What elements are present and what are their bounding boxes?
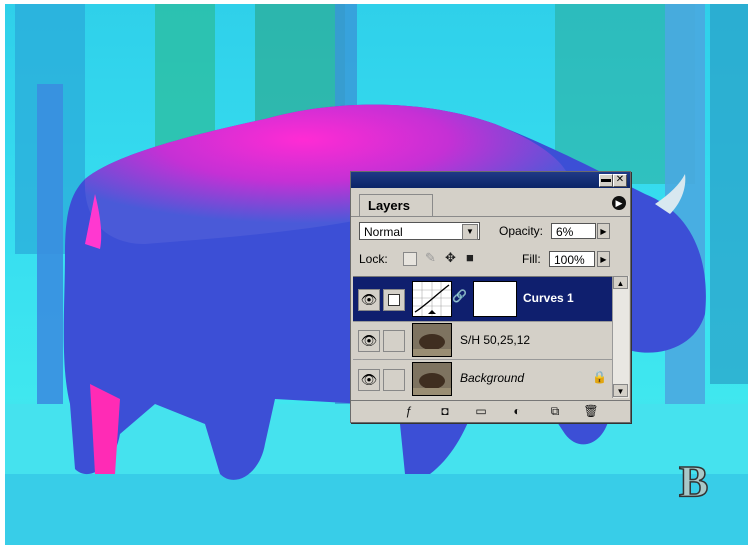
blend-mode-select[interactable]: Normal ▼ [359,222,480,240]
lock-label: Lock: [359,252,388,266]
figure-label: B [678,456,709,507]
brush-indicator-icon[interactable] [383,289,405,311]
trash-icon[interactable]: 🗑 [583,404,599,418]
tab-row: Layers ▶ [351,188,630,217]
layer-name: Background [460,371,525,385]
panel-menu-icon[interactable]: ▶ [612,196,626,210]
layer-mask-icon[interactable]: ◘ [437,404,453,418]
close-icon[interactable]: ✕ [613,174,627,187]
eye-icon[interactable]: 👁 [358,289,380,311]
lock-icon: 🔒 [592,370,607,384]
scroll-up-icon[interactable]: ▲ [613,276,628,289]
fill-label: Fill: [522,252,541,266]
screenshot-canvas: ▬ ✕ Layers ▶ Normal ▼ Opacity: 6% ▶ Lock… [0,0,752,547]
scroll-down-icon[interactable]: ▼ [613,384,628,397]
layer-mask-thumbnail[interactable] [473,281,517,317]
layer-name: S/H 50,25,12 [460,333,531,347]
layer-thumbnail [412,323,452,357]
layers-panel: ▬ ✕ Layers ▶ Normal ▼ Opacity: 6% ▶ Lock… [350,171,631,423]
lock-move-icon[interactable]: ✥ [445,250,456,266]
brush-indicator-icon[interactable] [383,369,405,391]
lock-fill-row: Lock: ✎ ✥ ■ Fill: 100% ▶ [359,250,623,270]
tab-layers[interactable]: Layers [359,194,433,216]
fill-arrow-icon[interactable]: ▶ [597,251,610,267]
minimize-icon[interactable]: ▬ [599,174,613,187]
layer-name: Curves 1 [523,291,574,305]
lock-transparency-icon[interactable] [403,252,417,266]
new-set-icon[interactable]: ▭ [473,404,489,418]
layer-sh[interactable]: 👁 S/H 50,25,12 [353,321,612,360]
lock-brush-icon[interactable]: ✎ [425,250,436,266]
layer-style-icon[interactable]: ƒ [401,404,417,418]
brush-indicator-icon[interactable] [383,330,405,352]
panel-titlebar[interactable]: ▬ ✕ [351,172,630,188]
link-icon[interactable]: 🔗 [452,289,467,303]
layers-list: 👁 🔗 Curves 1 👁 S/H 50,25,12 👁 Background… [353,276,612,399]
new-adjustment-layer-icon[interactable]: ◐ [509,404,525,418]
blend-opacity-row: Normal ▼ Opacity: 6% ▶ [359,222,623,242]
eye-icon[interactable]: 👁 [358,330,380,352]
layer-background[interactable]: 👁 Background 🔒 [353,359,612,399]
lock-all-icon[interactable]: ■ [466,250,474,265]
chevron-down-icon[interactable]: ▼ [462,224,478,240]
opacity-arrow-icon[interactable]: ▶ [597,223,610,239]
new-layer-icon[interactable]: ⧉ [547,404,563,418]
opacity-field[interactable]: 6% [551,223,596,239]
layers-scrollbar[interactable]: ▲ ▼ [612,276,629,398]
layer-curves[interactable]: 👁 🔗 Curves 1 [353,277,612,322]
opacity-label: Opacity: [499,224,544,238]
fill-field[interactable]: 100% [549,251,595,267]
curves-adjustment-icon [412,281,452,317]
eye-icon[interactable]: 👁 [358,369,380,391]
panel-bottom-bar: ƒ ◘ ▭ ◐ ⧉ 🗑 [351,400,630,422]
layer-thumbnail [412,362,452,396]
blend-mode-value: Normal [364,225,403,239]
